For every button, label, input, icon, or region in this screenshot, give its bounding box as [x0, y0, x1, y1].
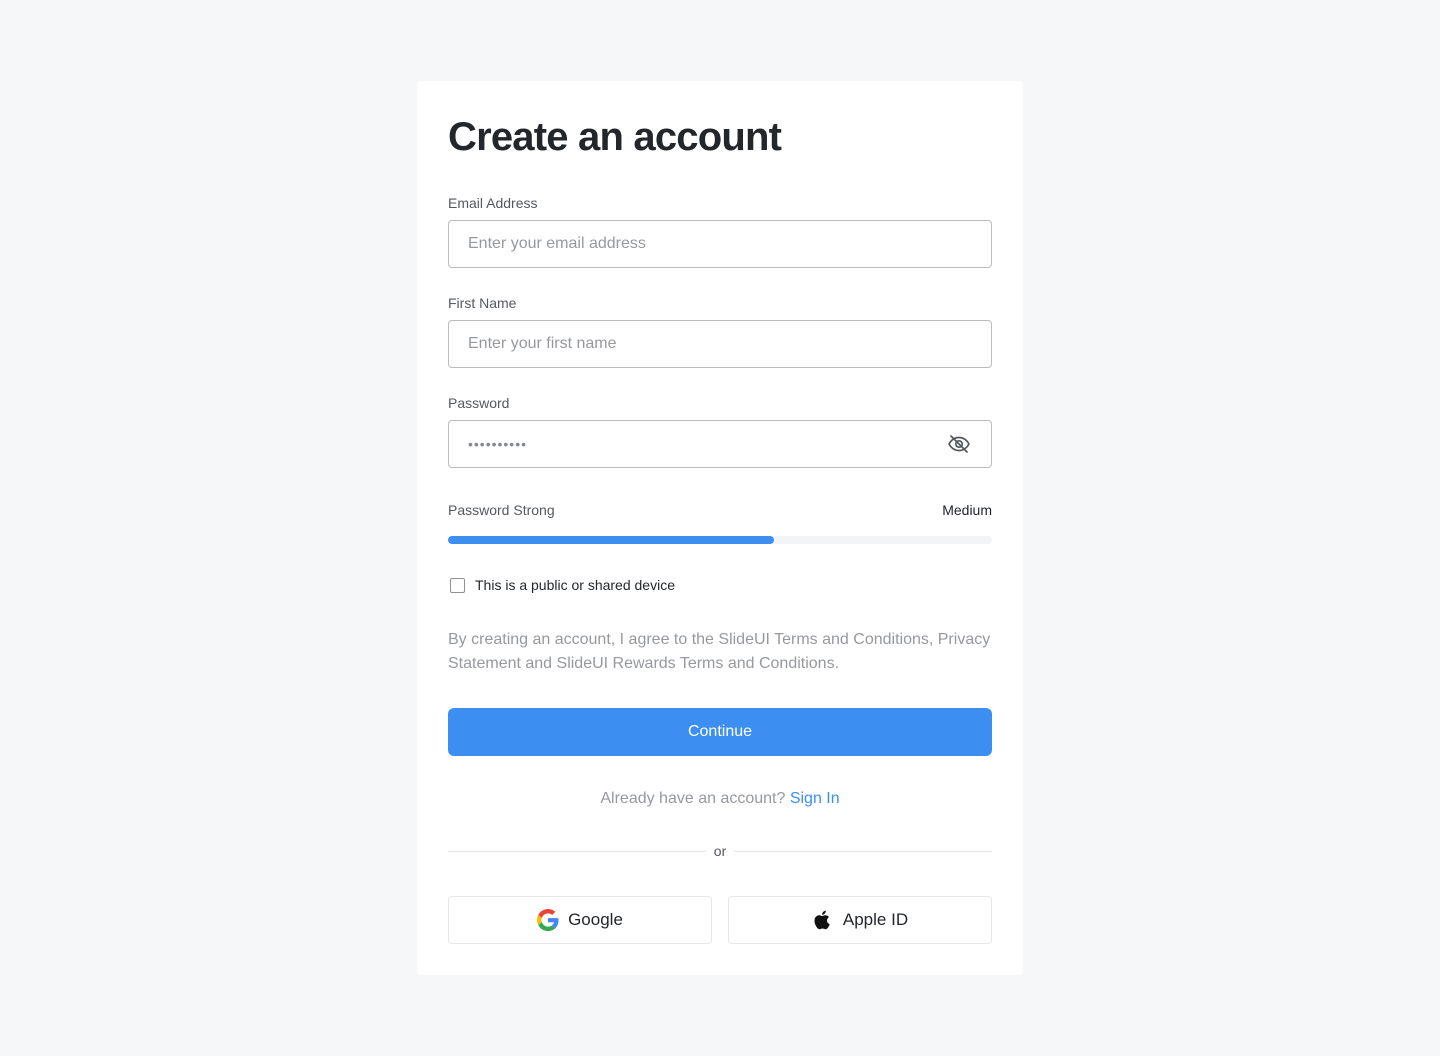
first-name-label: First Name — [448, 295, 517, 311]
continue-button[interactable]: Continue — [448, 708, 992, 756]
shared-device-checkbox[interactable] — [450, 577, 465, 593]
password-strength-bar — [448, 536, 992, 544]
apple-button-label: Apple ID — [842, 910, 909, 929]
signin-link[interactable]: Sign In — [790, 790, 840, 807]
shared-device-checkbox-row[interactable]: This is a public or shared device — [450, 577, 675, 593]
divider-text: or — [713, 843, 727, 859]
or-divider: or — [448, 843, 993, 859]
password-label: Password — [448, 395, 510, 411]
password-masked-value: •••••••••• — [468, 436, 528, 452]
terms-text: By creating an account, I agree to the S… — [448, 631, 991, 672]
shared-device-label: This is a public or shared device — [475, 577, 675, 593]
divider-line-right — [734, 850, 993, 852]
password-strength-label: Password Strong — [448, 502, 555, 518]
password-strength-value: Medium — [942, 502, 992, 518]
divider-line-left — [448, 850, 706, 852]
password-strength-fill — [448, 536, 775, 544]
signin-prompt: Already have an account? — [600, 790, 786, 807]
email-input[interactable] — [448, 220, 992, 268]
signup-card: Create an account Email Address First Na… — [417, 81, 1023, 975]
page-title: Create an account — [448, 115, 782, 159]
eye-off-icon[interactable] — [947, 432, 971, 456]
email-label: Email Address — [448, 195, 538, 211]
signin-prompt-row: Already have an account? Sign In — [448, 790, 992, 808]
password-input[interactable] — [448, 420, 992, 468]
google-signin-button[interactable]: Google — [448, 896, 712, 944]
google-button-label: Google — [568, 910, 623, 929]
apple-icon — [812, 909, 834, 931]
first-name-input[interactable] — [448, 320, 992, 368]
google-icon — [537, 909, 559, 931]
apple-signin-button[interactable]: Apple ID — [728, 896, 992, 944]
